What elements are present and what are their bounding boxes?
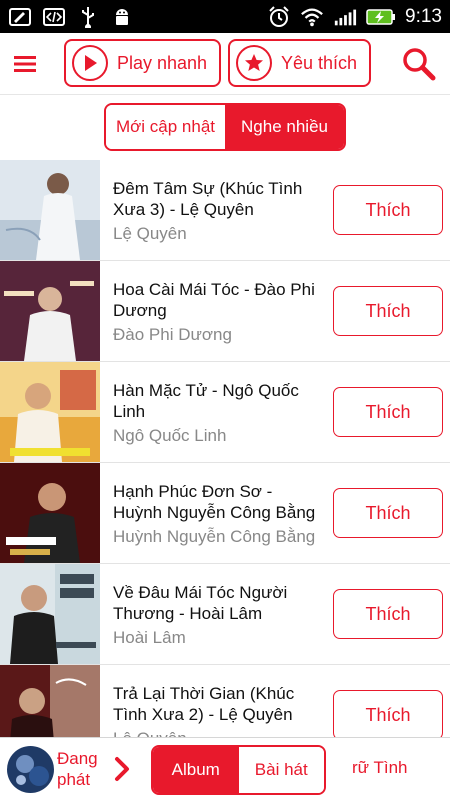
album-cover <box>0 665 100 737</box>
song-row[interactable]: Đêm Tâm Sự (Khúc Tình Xưa 3) - Lệ Quyên … <box>0 160 450 261</box>
android-debug-icon <box>110 5 134 29</box>
song-row[interactable]: Hàn Mặc Tử - Ngô Quốc Linh Ngô Quốc Linh… <box>0 362 450 463</box>
song-title: Hoa Cài Mái Tóc - Đào Phi Dương <box>113 280 315 320</box>
album-cover <box>0 261 100 361</box>
song-list: Đêm Tâm Sự (Khúc Tình Xưa 3) - Lệ Quyên … <box>0 160 450 737</box>
battery-charging-icon <box>366 5 396 29</box>
song-row[interactable]: Trả Lại Thời Gian (Khúc Tình Xưa 2) - Lệ… <box>0 665 450 737</box>
now-playing-label[interactable]: Đang phát <box>57 748 107 790</box>
search-icon[interactable] <box>398 43 440 85</box>
tab-popular[interactable]: Nghe nhiều <box>225 105 344 149</box>
song-row[interactable]: Hoa Cài Mái Tóc - Đào Phi Dương Đào Phi … <box>0 261 450 362</box>
song-artist: Huỳnh Nguyễn Công Bằng <box>113 527 316 546</box>
song-artist: Lệ Quyên <box>113 729 328 737</box>
library-tabs: Album Bài hát <box>151 745 326 795</box>
status-bar: 9:13 <box>0 0 450 33</box>
image-edit-icon <box>8 5 32 29</box>
favorites-button[interactable]: Yêu thích <box>228 39 371 87</box>
play-quick-button[interactable]: Play nhanh <box>64 39 221 87</box>
chevron-right-icon[interactable] <box>108 754 136 784</box>
alarm-icon <box>267 5 291 29</box>
song-title: Về Đâu Mái Tóc Người Thương - Hoài Lâm <box>113 583 288 623</box>
code-icon <box>42 5 66 29</box>
song-title: Đêm Tâm Sự (Khúc Tình Xưa 3) - Lệ Quyên <box>113 179 303 219</box>
like-button[interactable]: Thích <box>333 488 443 538</box>
signal-icon <box>333 5 357 29</box>
album-cover <box>0 362 100 462</box>
album-cover <box>0 160 100 260</box>
like-button[interactable]: Thích <box>333 387 443 437</box>
clock: 9:13 <box>405 5 442 27</box>
like-button[interactable]: Thích <box>333 286 443 336</box>
tab-album[interactable]: Album <box>153 747 239 793</box>
bottom-bar: Đang phát Album Bài hát rữ Tình <box>0 737 450 800</box>
tab-songs[interactable]: Bài hát <box>238 747 324 793</box>
song-artist: Đào Phi Dương <box>113 325 232 344</box>
star-icon <box>236 45 272 81</box>
now-playing-cover[interactable] <box>7 746 54 793</box>
song-row[interactable]: Hạnh Phúc Đơn Sơ - Huỳnh Nguyễn Công Bằn… <box>0 463 450 564</box>
like-button[interactable]: Thích <box>333 690 443 737</box>
like-button[interactable]: Thích <box>333 589 443 639</box>
favorites-label: Yêu thích <box>281 52 358 73</box>
like-button[interactable]: Thích <box>333 185 443 235</box>
genre-tab[interactable]: rữ Tình <box>352 758 407 778</box>
album-cover <box>0 564 100 664</box>
song-title: Hạnh Phúc Đơn Sơ - Huỳnh Nguyễn Công Bằn… <box>113 482 316 522</box>
play-quick-label: Play nhanh <box>117 52 208 73</box>
wifi-icon <box>300 5 324 29</box>
album-cover <box>0 463 100 563</box>
play-icon <box>72 45 108 81</box>
song-artist: Hoài Lâm <box>113 628 186 647</box>
song-row[interactable]: Về Đâu Mái Tóc Người Thương - Hoài Lâm H… <box>0 564 450 665</box>
song-title: Trả Lại Thời Gian (Khúc Tình Xưa 2) - Lệ… <box>113 684 295 724</box>
song-title: Hàn Mặc Tử - Ngô Quốc Linh <box>113 381 299 421</box>
app-header: Play nhanh Yêu thích <box>0 33 450 95</box>
usb-icon <box>76 5 100 29</box>
sort-tabs: Mới cập nhật Nghe nhiều <box>104 103 346 151</box>
song-artist: Ngô Quốc Linh <box>113 426 227 445</box>
hamburger-menu-icon[interactable] <box>6 45 44 83</box>
song-artist: Lệ Quyên <box>113 224 187 243</box>
tab-new[interactable]: Mới cập nhật <box>106 105 225 149</box>
